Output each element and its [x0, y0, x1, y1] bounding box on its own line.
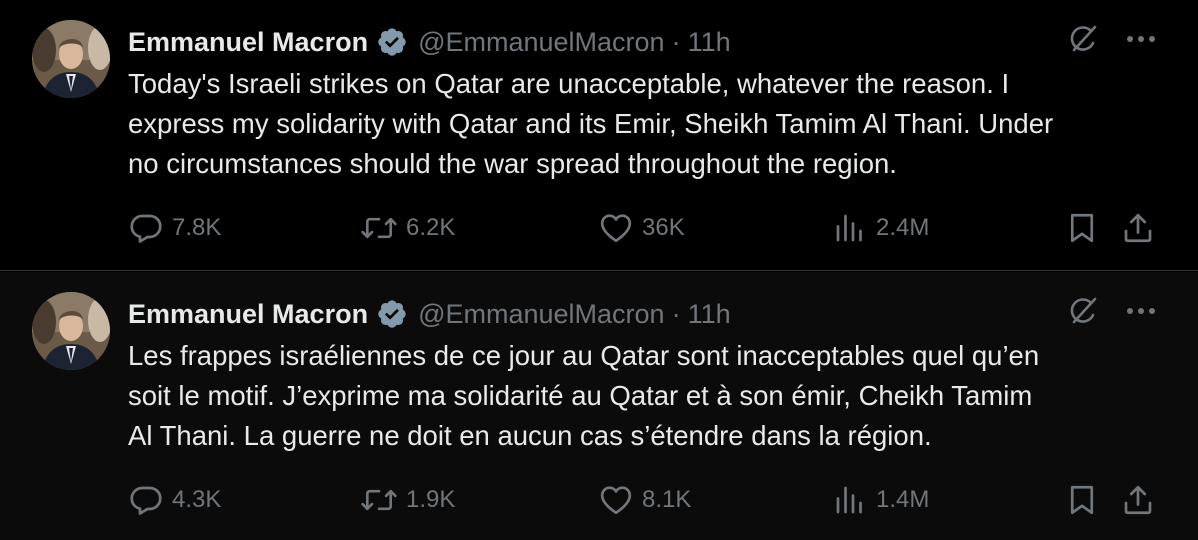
share-button[interactable] — [1120, 206, 1156, 250]
views-count: 2.4M — [876, 214, 930, 241]
separator-dot: · — [671, 26, 681, 57]
views-button[interactable]: 2.4M — [832, 206, 929, 250]
action-bar: 7.8K 6.2K 36K 2.4M — [128, 206, 1168, 250]
verified-badge-icon — [376, 26, 408, 58]
author-handle[interactable]: @EmmanuelMacron — [418, 27, 665, 58]
views-count: 1.4M — [876, 486, 930, 513]
repost-icon — [361, 217, 397, 239]
share-button[interactable] — [1120, 478, 1156, 522]
author-name[interactable]: Emmanuel Macron — [128, 27, 368, 58]
views-icon — [836, 214, 862, 242]
share-icon — [1124, 485, 1152, 515]
tweet-text: Today's Israeli strikes on Qatar are una… — [128, 64, 1178, 184]
reply-button[interactable]: 7.8K — [128, 206, 221, 250]
avatar[interactable] — [32, 20, 110, 98]
repost-count: 1.9K — [406, 486, 456, 513]
like-count: 8.1K — [642, 486, 692, 513]
grok-icon[interactable] — [1066, 22, 1100, 56]
author-name[interactable]: Emmanuel Macron — [128, 299, 368, 330]
tweet-text-line: no circumstances should the war spread t… — [128, 148, 897, 179]
views-icon — [836, 486, 862, 514]
tweet[interactable]: Emmanuel Macron @EmmanuelMacron · 11h To… — [0, 0, 1198, 271]
repost-count: 6.2K — [406, 214, 456, 241]
timestamp[interactable]: 11h — [688, 27, 731, 58]
verified-badge-icon — [376, 298, 408, 330]
tweet-text-line: Al Thani. La guerre ne doit en aucun cas… — [128, 420, 932, 451]
reply-icon — [130, 486, 162, 515]
reply-count: 4.3K — [172, 486, 222, 513]
views-button[interactable]: 1.4M — [832, 478, 929, 522]
share-icon — [1124, 213, 1152, 243]
reply-icon — [130, 214, 162, 243]
repost-button[interactable]: 6.2K — [360, 206, 455, 250]
more-options-icon[interactable] — [1124, 294, 1158, 328]
timestamp[interactable]: 11h — [688, 299, 731, 330]
tweet-text-line: express my solidarity with Qatar and its… — [128, 108, 1054, 139]
separator-dot: · — [671, 298, 681, 329]
bookmark-button[interactable] — [1064, 478, 1100, 522]
reply-count: 7.8K — [172, 214, 222, 241]
like-button[interactable]: 8.1K — [598, 478, 691, 522]
bookmark-icon — [1070, 485, 1094, 515]
action-bar: 4.3K 1.9K 8.1K 1.4M — [128, 478, 1168, 522]
bookmark-button[interactable] — [1064, 206, 1100, 250]
like-icon — [600, 214, 632, 243]
more-options-icon[interactable] — [1124, 22, 1158, 56]
like-count: 36K — [642, 214, 685, 241]
tweet[interactable]: Emmanuel Macron @EmmanuelMacron · 11h Le… — [0, 272, 1198, 540]
avatar[interactable] — [32, 292, 110, 370]
repost-button[interactable]: 1.9K — [360, 478, 455, 522]
tweet-text-line: Les frappes israéliennes de ce jour au Q… — [128, 340, 1040, 371]
tweet-text-line: soit le motif. J’exprime ma solidarité a… — [128, 380, 1033, 411]
bookmark-icon — [1070, 213, 1094, 243]
grok-icon[interactable] — [1066, 294, 1100, 328]
tweet-text: Les frappes israéliennes de ce jour au Q… — [128, 336, 1178, 456]
author-handle[interactable]: @EmmanuelMacron — [418, 299, 665, 330]
like-button[interactable]: 36K — [598, 206, 685, 250]
like-icon — [600, 486, 632, 515]
repost-icon — [361, 489, 397, 511]
tweet-text-line: Today's Israeli strikes on Qatar are una… — [128, 68, 1010, 99]
reply-button[interactable]: 4.3K — [128, 478, 221, 522]
